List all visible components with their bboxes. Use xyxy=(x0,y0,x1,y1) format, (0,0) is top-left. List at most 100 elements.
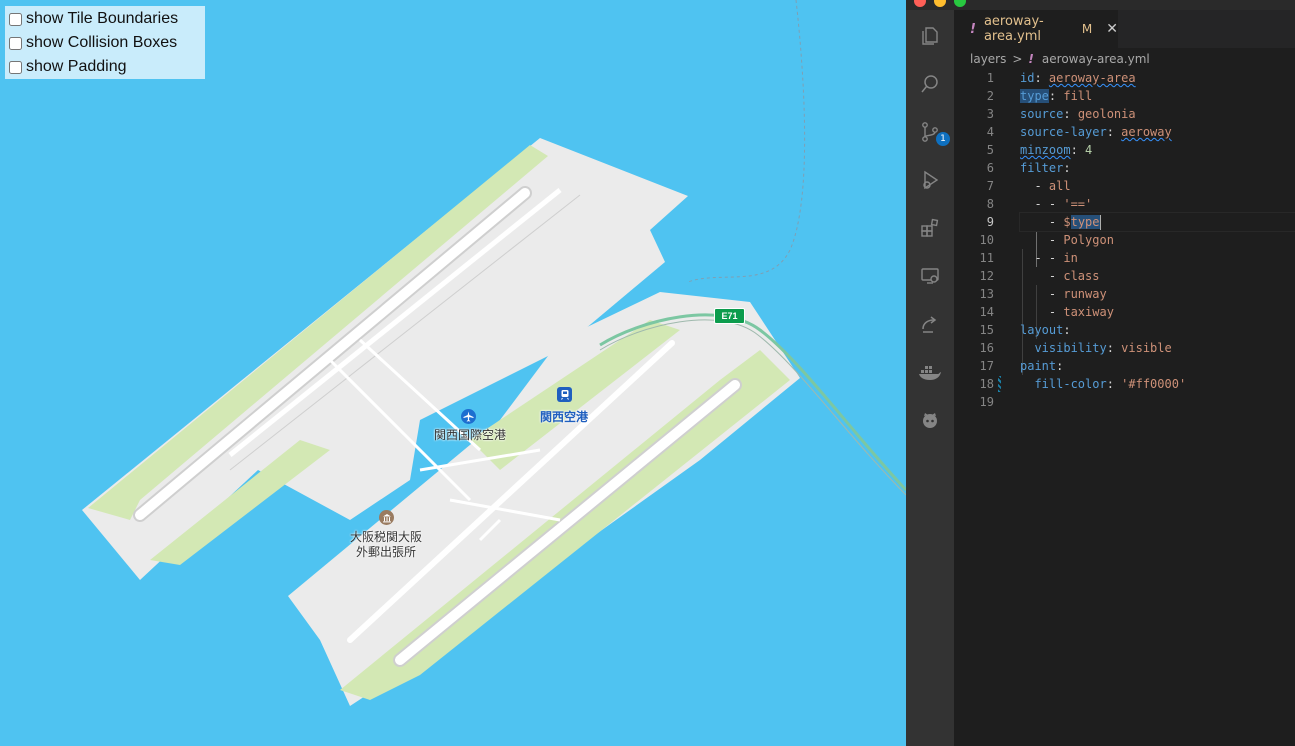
code-token: '==' xyxy=(1063,197,1093,211)
line-number: 11 xyxy=(979,251,994,265)
option-tile-boundaries[interactable]: show Tile Boundaries xyxy=(5,7,205,31)
code-token: aeroway-area xyxy=(1048,71,1136,85)
tab-aeroway-area[interactable]: ! aeroway-area.yml M ✕ xyxy=(954,10,1118,48)
code-token: visibility xyxy=(1034,341,1107,355)
remote-explorer-icon[interactable] xyxy=(918,264,942,288)
line-number: 19 xyxy=(979,395,994,409)
modified-indicator: M xyxy=(1081,22,1093,36)
files-icon[interactable] xyxy=(918,24,942,48)
breadcrumb-file[interactable]: aeroway-area.yml xyxy=(1042,52,1150,66)
editor-tabbar: ! aeroway-area.yml M ✕ xyxy=(954,10,1295,48)
code-line[interactable]: minzoom: 4 xyxy=(1020,141,1295,159)
code-line[interactable]: - class xyxy=(1020,267,1295,285)
zoom-window-button[interactable] xyxy=(954,0,966,7)
train-station-icon[interactable] xyxy=(557,387,572,402)
line-number: 2 xyxy=(986,89,994,103)
source-control-badge: 1 xyxy=(936,132,950,146)
code-token: in xyxy=(1063,251,1078,265)
option-padding[interactable]: show Padding xyxy=(5,55,205,79)
padding-checkbox[interactable] xyxy=(9,60,22,74)
code-token: minzoom xyxy=(1020,143,1071,157)
search-icon[interactable] xyxy=(918,72,942,96)
code-line[interactable]: source-layer: aeroway xyxy=(1020,123,1295,141)
code-token: visible xyxy=(1121,341,1172,355)
window-titlebar xyxy=(906,0,1295,10)
code-line[interactable] xyxy=(1020,393,1295,411)
customs-office-icon[interactable] xyxy=(379,510,394,525)
close-tab-icon[interactable]: ✕ xyxy=(1106,21,1118,37)
code-token: runway xyxy=(1063,287,1107,301)
close-window-button[interactable] xyxy=(914,0,926,7)
code-token: layout xyxy=(1020,323,1064,337)
line-number: 10 xyxy=(979,233,994,247)
code-line[interactable]: filter: xyxy=(1020,159,1295,177)
code-token: filter xyxy=(1020,161,1064,175)
code-token: source-layer xyxy=(1020,125,1107,139)
code-token: fill-color xyxy=(1034,377,1107,391)
code-editor: 1 ! aeroway-area.yml M ✕ layers > ! aero… xyxy=(906,0,1295,746)
dirty-diff-indicator xyxy=(998,376,1001,392)
code-line[interactable]: paint: xyxy=(1020,357,1295,375)
line-number: 9 xyxy=(986,215,994,229)
docker-icon[interactable] xyxy=(918,360,942,384)
code-area[interactable]: id: aeroway-area type: fill source: geolon… xyxy=(1019,69,1295,411)
code-token: Polygon xyxy=(1063,233,1114,247)
collision-boxes-checkbox[interactable] xyxy=(9,36,22,50)
code-token: : xyxy=(1048,89,1064,103)
code-token: : xyxy=(1063,107,1078,121)
code-token: : xyxy=(1106,125,1122,139)
line-number: 7 xyxy=(986,179,994,193)
line-number: 18 xyxy=(979,377,994,391)
line-number: 16 xyxy=(979,341,994,355)
code-token: 4 xyxy=(1085,143,1093,157)
yaml-file-icon: ! xyxy=(970,21,976,37)
code-token: aeroway xyxy=(1121,125,1172,139)
line-number: 12 xyxy=(979,269,994,283)
sea-boundary-line xyxy=(687,0,806,283)
code-token: taxiway xyxy=(1063,305,1114,319)
code-line[interactable]: - $type xyxy=(1019,212,1295,232)
airport-icon[interactable] xyxy=(461,409,476,424)
map-canvas[interactable]: show Tile Boundaries show Collision Boxe… xyxy=(0,0,906,746)
code-token: class xyxy=(1063,269,1100,283)
code-line[interactable]: - - in xyxy=(1020,249,1295,267)
code-line[interactable]: - runway xyxy=(1020,285,1295,303)
code-line[interactable]: type: fill xyxy=(1020,87,1295,105)
line-number: 4 xyxy=(986,125,994,139)
code-line[interactable]: - all xyxy=(1020,177,1295,195)
github-icon[interactable] xyxy=(918,408,942,432)
customs-office-label: 大阪税関大阪 外郵出張所 xyxy=(350,530,423,559)
code-line[interactable]: layout: xyxy=(1020,321,1295,339)
code-token: - xyxy=(1020,215,1064,229)
code-line[interactable]: - - '==' xyxy=(1020,195,1295,213)
extensions-icon[interactable] xyxy=(918,216,942,240)
code-token: $ xyxy=(1063,215,1071,229)
minimize-window-button[interactable] xyxy=(934,0,946,7)
code-token: fill xyxy=(1063,89,1093,103)
text-cursor xyxy=(1099,215,1101,230)
breadcrumb-folder[interactable]: layers xyxy=(970,52,1006,66)
code-token: all xyxy=(1048,179,1071,193)
code-line[interactable]: id: aeroway-area xyxy=(1020,69,1295,87)
code-line[interactable]: visibility: visible xyxy=(1020,339,1295,357)
code-line[interactable]: fill-color: '#ff0000' xyxy=(1020,375,1295,393)
line-number: 3 xyxy=(986,107,994,121)
code-token: - xyxy=(1020,305,1064,319)
code-token: - - xyxy=(1020,197,1064,211)
line-number: 15 xyxy=(979,323,994,337)
code-line[interactable]: - Polygon xyxy=(1020,231,1295,249)
tab-filename: aeroway-area.yml xyxy=(983,14,1044,44)
code-token: : xyxy=(1106,341,1122,355)
source-control-icon[interactable]: 1 xyxy=(918,120,950,146)
code-token: : xyxy=(1063,323,1071,337)
tile-boundaries-checkbox[interactable] xyxy=(9,12,22,26)
breadcrumb-yaml-icon: ! xyxy=(1028,52,1034,66)
station-label: 関西空港 xyxy=(540,410,589,424)
code-line[interactable]: - taxiway xyxy=(1020,303,1295,321)
live-share-icon[interactable] xyxy=(918,312,942,336)
line-number: 6 xyxy=(986,161,994,175)
run-debug-icon[interactable] xyxy=(918,168,942,192)
option-collision-boxes[interactable]: show Collision Boxes xyxy=(5,31,205,55)
code-line[interactable]: source: geolonia xyxy=(1020,105,1295,123)
line-number: 1 xyxy=(986,71,994,85)
